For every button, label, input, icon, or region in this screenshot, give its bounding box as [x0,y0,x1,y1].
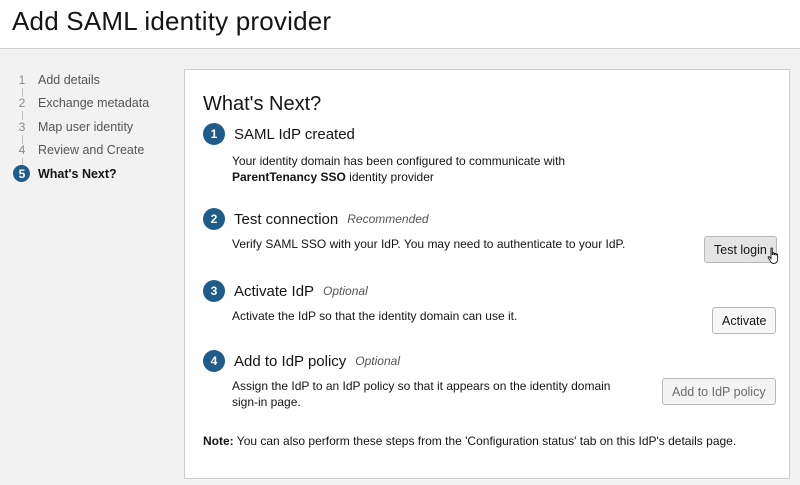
idp-name: ParentTenancy SSO [232,169,346,184]
step-train: 1 Add details 2 Exchange metadata 3 Map … [12,68,182,186]
optional-tag: Optional [355,354,400,368]
train-step-exchange-metadata[interactable]: 2 Exchange metadata [12,92,182,121]
item-description: Activate the IdP so that the identity do… [232,309,518,323]
activate-button[interactable]: Activate [712,307,777,334]
step-number-badge: 4 [203,350,225,372]
step-number: 3 [12,120,32,144]
item-description: Assign the IdP to an IdP policy so that … [232,379,611,409]
hand-cursor-icon [767,247,779,264]
step-label: Review and Create [38,143,145,158]
step-label: Exchange metadata [38,96,150,111]
optional-tag: Optional [323,284,368,298]
step-number-badge: 1 [203,123,225,145]
step-label: Map user identity [38,119,134,134]
step-number: 5 [18,166,26,181]
item-title: Add to IdP policy [234,352,347,370]
item-title: Activate IdP [234,282,315,300]
panel-title: What's Next? [203,93,322,115]
next-step-activate-idp: 3 Activate IdP Optional Activate the IdP… [203,279,778,325]
step-label: What's Next? [38,166,117,181]
next-step-saml-idp-created: 1 SAML IdP created Your identity domain … [203,122,778,185]
item-title: SAML IdP created [234,125,355,143]
add-to-idp-policy-button[interactable]: Add to IdP policy [662,378,776,405]
step-number: 1 [12,73,32,97]
item-description: Verify SAML SSO with your IdP. You may n… [232,237,626,251]
note-text: Note: You can also perform these steps f… [203,434,737,448]
next-step-test-connection: 2 Test connection Recommended Verify SAM… [203,207,778,253]
step-label: Add details [38,72,100,87]
whats-next-panel: What's Next? 1 SAML IdP created Your ide… [184,69,790,479]
train-step-add-details[interactable]: 1 Add details [12,68,182,97]
step-number: 4 [12,143,32,168]
train-step-whats-next[interactable]: 5 What's Next? [12,162,182,186]
item-title: Test connection [234,210,339,228]
page-title: Add SAML identity provider [12,6,332,36]
step-number-badge: 3 [203,280,225,302]
item-description: Your identity domain has been configured… [232,154,566,184]
train-step-map-user-identity[interactable]: 3 Map user identity [12,115,182,144]
recommended-tag: Recommended [347,212,429,226]
train-step-review-and-create[interactable]: 4 Review and Create [12,139,182,168]
step-number-badge: 2 [203,208,225,230]
step-number: 2 [12,96,32,121]
page-header: Add SAML identity provider [0,0,800,49]
